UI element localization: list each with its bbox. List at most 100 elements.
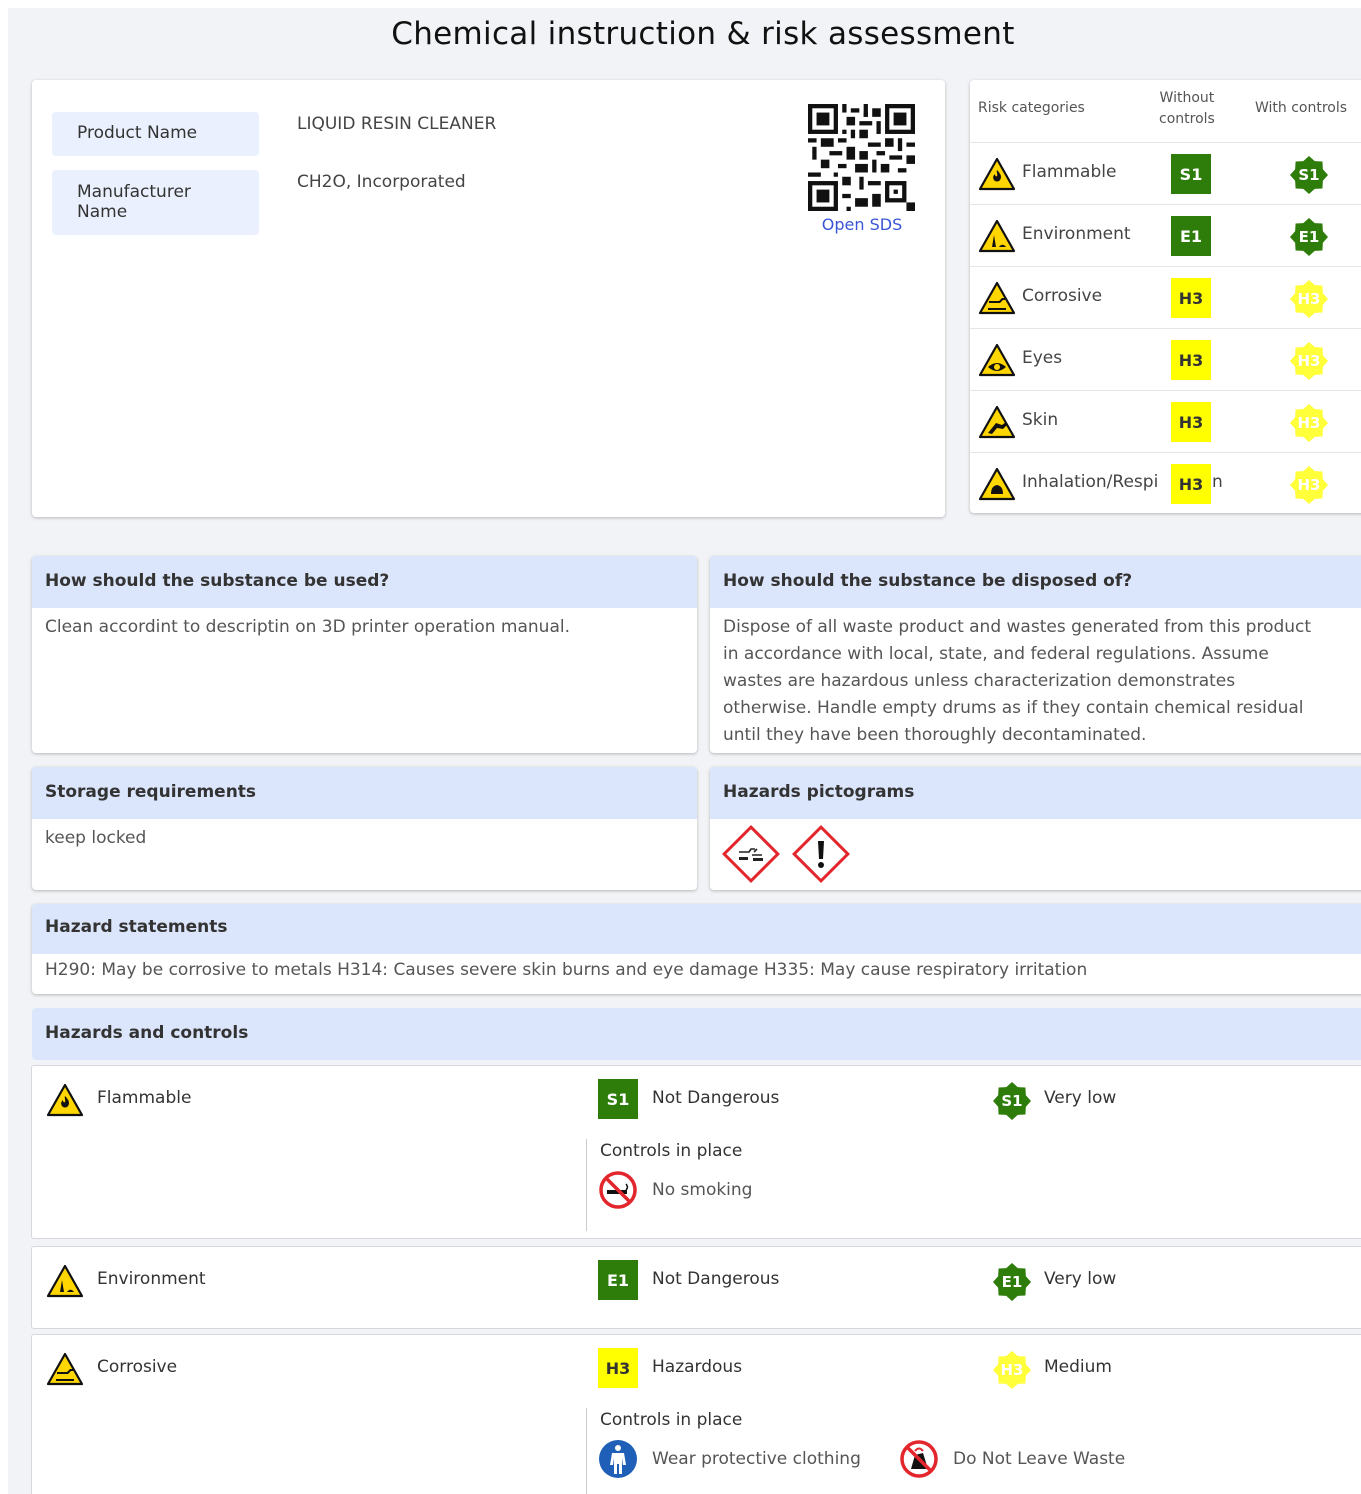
hazard-statements-heading: Hazard statements (32, 904, 1361, 954)
inhalation-icon (978, 467, 1016, 501)
manufacturer-label-line2: Name (77, 202, 128, 222)
residual-risk-level: Very low (1044, 1269, 1117, 1289)
product-name-label-text: Product Name (77, 123, 198, 143)
disposal-section: How should the substance be disposed of?… (710, 556, 1361, 753)
hazard-control-card: Flammable S1 Not Dangerous S1 Very low Contro… (32, 1066, 1361, 1238)
hazards-controls-header: Hazards and controls (32, 1008, 1361, 1060)
residual-risk-level: Medium (1044, 1357, 1112, 1377)
skin-icon (978, 405, 1016, 439)
corrosive-icon (46, 1352, 84, 1386)
with-controls-badge: H3 (1289, 341, 1329, 381)
environment-icon (978, 219, 1016, 253)
risk-row: Inhalation/Respi n H3 H3 (970, 452, 1361, 513)
manufacturer-label-line1: Manufacturer (77, 182, 191, 202)
usage-heading: How should the substance be used? (32, 556, 697, 608)
with-controls-badge-label: H3 (1297, 414, 1321, 432)
environment-icon-wrap (978, 219, 1016, 253)
hazard-status: Hazardous (652, 1357, 743, 1377)
residual-risk-badge-label: S1 (1001, 1092, 1023, 1110)
controls-divider (586, 1408, 587, 1494)
residual-risk-level: Very low (1044, 1088, 1117, 1108)
hazard-name: Environment (97, 1269, 206, 1289)
open-sds-link[interactable]: Open SDS (802, 215, 922, 234)
risk-name: Skin (1022, 410, 1059, 430)
usage-section: How should the substance be used? Clean … (32, 556, 697, 753)
disposal-line: otherwise. Handle empty drums as if they… (723, 698, 1304, 718)
corrosive-icon-wrap (978, 281, 1016, 315)
without-controls-header-line1: Without (1159, 90, 1215, 106)
with-controls-badge-label: E1 (1298, 228, 1320, 246)
corrosion-pictogram-icon (722, 825, 780, 883)
residual-risk-badge: E1 (992, 1262, 1032, 1302)
risk-row: Flammable S1 S1 (970, 142, 1361, 204)
skin-icon-wrap (978, 405, 1016, 439)
product-card: Product Name LIQUID RESIN CLEANER Manufa… (32, 80, 945, 517)
control-label: Do Not Leave Waste (953, 1449, 1126, 1469)
eye-icon (978, 343, 1016, 377)
risk-name: Eyes (1022, 348, 1063, 368)
control-label: Wear protective clothing (652, 1449, 861, 1469)
page-title: Chemical instruction & risk assessment (391, 16, 1015, 52)
hazard-code-badge: H3 (598, 1348, 638, 1388)
flammable-icon-wrap (978, 157, 1016, 191)
hazard-status: Not Dangerous (652, 1088, 780, 1108)
with-controls-badge-label: H3 (1297, 476, 1321, 494)
control-label: No smoking (652, 1180, 753, 1200)
hazard-statements-text: H290: May be corrosive to metals H314: C… (45, 960, 1088, 980)
hazard-control-card: Corrosive H3 Hazardous H3 Medium Controls in … (32, 1335, 1361, 1494)
storage-heading: Storage requirements (32, 767, 697, 819)
with-controls-badge-label: H3 (1297, 352, 1321, 370)
without-controls-badge: H3 (1171, 340, 1211, 380)
protective-clothing-icon (599, 1440, 637, 1478)
with-controls-badge: H3 (1289, 403, 1329, 443)
storage-text: keep locked (45, 828, 147, 848)
with-controls-badge: S1 (1289, 155, 1329, 195)
with-controls-badge: H3 (1289, 279, 1329, 319)
eye-icon-wrap (978, 343, 1016, 377)
hazard-name: Flammable (97, 1088, 192, 1108)
without-controls-header: Without controls (1159, 88, 1215, 130)
hazard-name: Corrosive (97, 1357, 178, 1377)
pictograms-section: Hazards pictograms (710, 767, 1361, 890)
disposal-heading: How should the substance be disposed of? (710, 556, 1361, 608)
without-controls-badge: H3 (1171, 464, 1211, 504)
product-name-value: LIQUID RESIN CLEANER (297, 114, 497, 134)
disposal-text: Dispose of all waste product and wastes … (723, 614, 1358, 749)
residual-risk-badge-label: E1 (1001, 1273, 1023, 1291)
qr-code-icon[interactable] (808, 104, 915, 211)
flammable-icon (46, 1083, 84, 1117)
usage-text: Clean accordint to descriptin on 3D prin… (45, 617, 570, 637)
risk-name: Flammable (1022, 162, 1117, 182)
no-waste-icon (900, 1440, 938, 1478)
hazard-code-badge: S1 (598, 1079, 638, 1119)
risk-row: Corrosive H3 H3 (970, 266, 1361, 328)
disposal-line: until they have been thoroughly decontam… (723, 725, 1147, 745)
with-controls-badge: H3 (1289, 465, 1329, 505)
risk-table: Risk categories Without controls With co… (970, 80, 1361, 513)
risk-name-tail: n (1212, 472, 1223, 492)
hazard-code-badge: E1 (598, 1260, 638, 1300)
residual-risk-badge: H3 (992, 1350, 1032, 1390)
controls-divider (586, 1139, 587, 1231)
flammable-icon (978, 157, 1016, 191)
disposal-line: wastes are hazardous unless characteriza… (723, 671, 1236, 691)
manufacturer-label: Manufacturer Name (52, 170, 259, 235)
hazard-status: Not Dangerous (652, 1269, 780, 1289)
without-controls-badge: S1 (1171, 154, 1211, 194)
residual-risk-badge: S1 (992, 1081, 1032, 1121)
manufacturer-value: CH2O, Incorporated (297, 172, 466, 192)
no-smoking-icon (599, 1171, 637, 1209)
controls-in-place-title: Controls in place (600, 1410, 743, 1430)
exclamation-pictogram-icon (792, 825, 850, 883)
pictograms-heading: Hazards pictograms (710, 767, 1361, 819)
risk-row: Eyes H3 H3 (970, 328, 1361, 390)
without-controls-badge: H3 (1171, 278, 1211, 318)
disposal-line: in accordance with local, state, and fed… (723, 644, 1269, 664)
risk-row: Environment E1 E1 (970, 204, 1361, 266)
risk-categories-header: Risk categories (978, 100, 1085, 116)
corrosive-icon (978, 281, 1016, 315)
hazard-statements-section: Hazard statements H290: May be corrosive… (32, 904, 1361, 994)
inhalation-icon-wrap (978, 467, 1016, 501)
hazards-controls-heading: Hazards and controls (32, 1008, 1361, 1060)
page: Chemical instruction & risk assessment P… (8, 8, 1361, 1494)
